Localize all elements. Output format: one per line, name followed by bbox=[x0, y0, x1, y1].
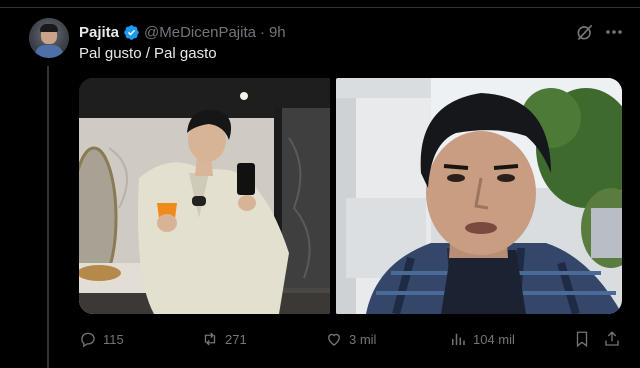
verified-badge-icon bbox=[124, 24, 139, 40]
repost-icon bbox=[204, 332, 216, 346]
street-face-photo bbox=[336, 78, 622, 314]
views-count: 104 mil bbox=[473, 331, 515, 347]
author-handle[interactable]: @MeDicenPajita bbox=[144, 24, 256, 41]
media-photo-left[interactable] bbox=[79, 78, 330, 314]
repost-count: 271 bbox=[225, 331, 247, 347]
like-button[interactable]: 3 mil bbox=[325, 328, 376, 350]
mirror-selfie-photo bbox=[79, 78, 330, 314]
avatar[interactable] bbox=[29, 18, 69, 58]
reply-icon bbox=[81, 332, 95, 348]
heart-icon bbox=[328, 333, 340, 346]
more-icon bbox=[606, 30, 622, 34]
repost-button[interactable]: 271 bbox=[201, 328, 247, 350]
bookmark-icon bbox=[576, 331, 588, 348]
more-options-button[interactable] bbox=[604, 22, 624, 42]
separator-dot: · bbox=[259, 23, 265, 41]
views-button[interactable]: 104 mil bbox=[449, 328, 515, 350]
like-count: 3 mil bbox=[349, 331, 377, 347]
bookmark-button[interactable] bbox=[573, 328, 597, 350]
author-name[interactable]: Pajita bbox=[79, 24, 119, 41]
thread-line bbox=[47, 66, 49, 368]
media-photo-right[interactable] bbox=[336, 78, 622, 314]
views-chart-icon bbox=[452, 333, 465, 345]
share-icon bbox=[605, 331, 619, 346]
share-button[interactable] bbox=[603, 328, 627, 350]
tweet-text: Pal gusto / Pal gasto bbox=[79, 45, 217, 62]
reply-button[interactable]: 115 bbox=[79, 328, 124, 350]
reply-count: 115 bbox=[103, 331, 124, 347]
top-divider bbox=[0, 0, 640, 8]
tweet-actions: 115 271 3 mil 104 mil bbox=[79, 328, 624, 350]
timestamp[interactable]: 9h bbox=[269, 24, 286, 41]
tweet-header: Pajita @MeDicenPajita · 9h bbox=[79, 22, 286, 42]
grok-icon[interactable] bbox=[575, 22, 595, 42]
